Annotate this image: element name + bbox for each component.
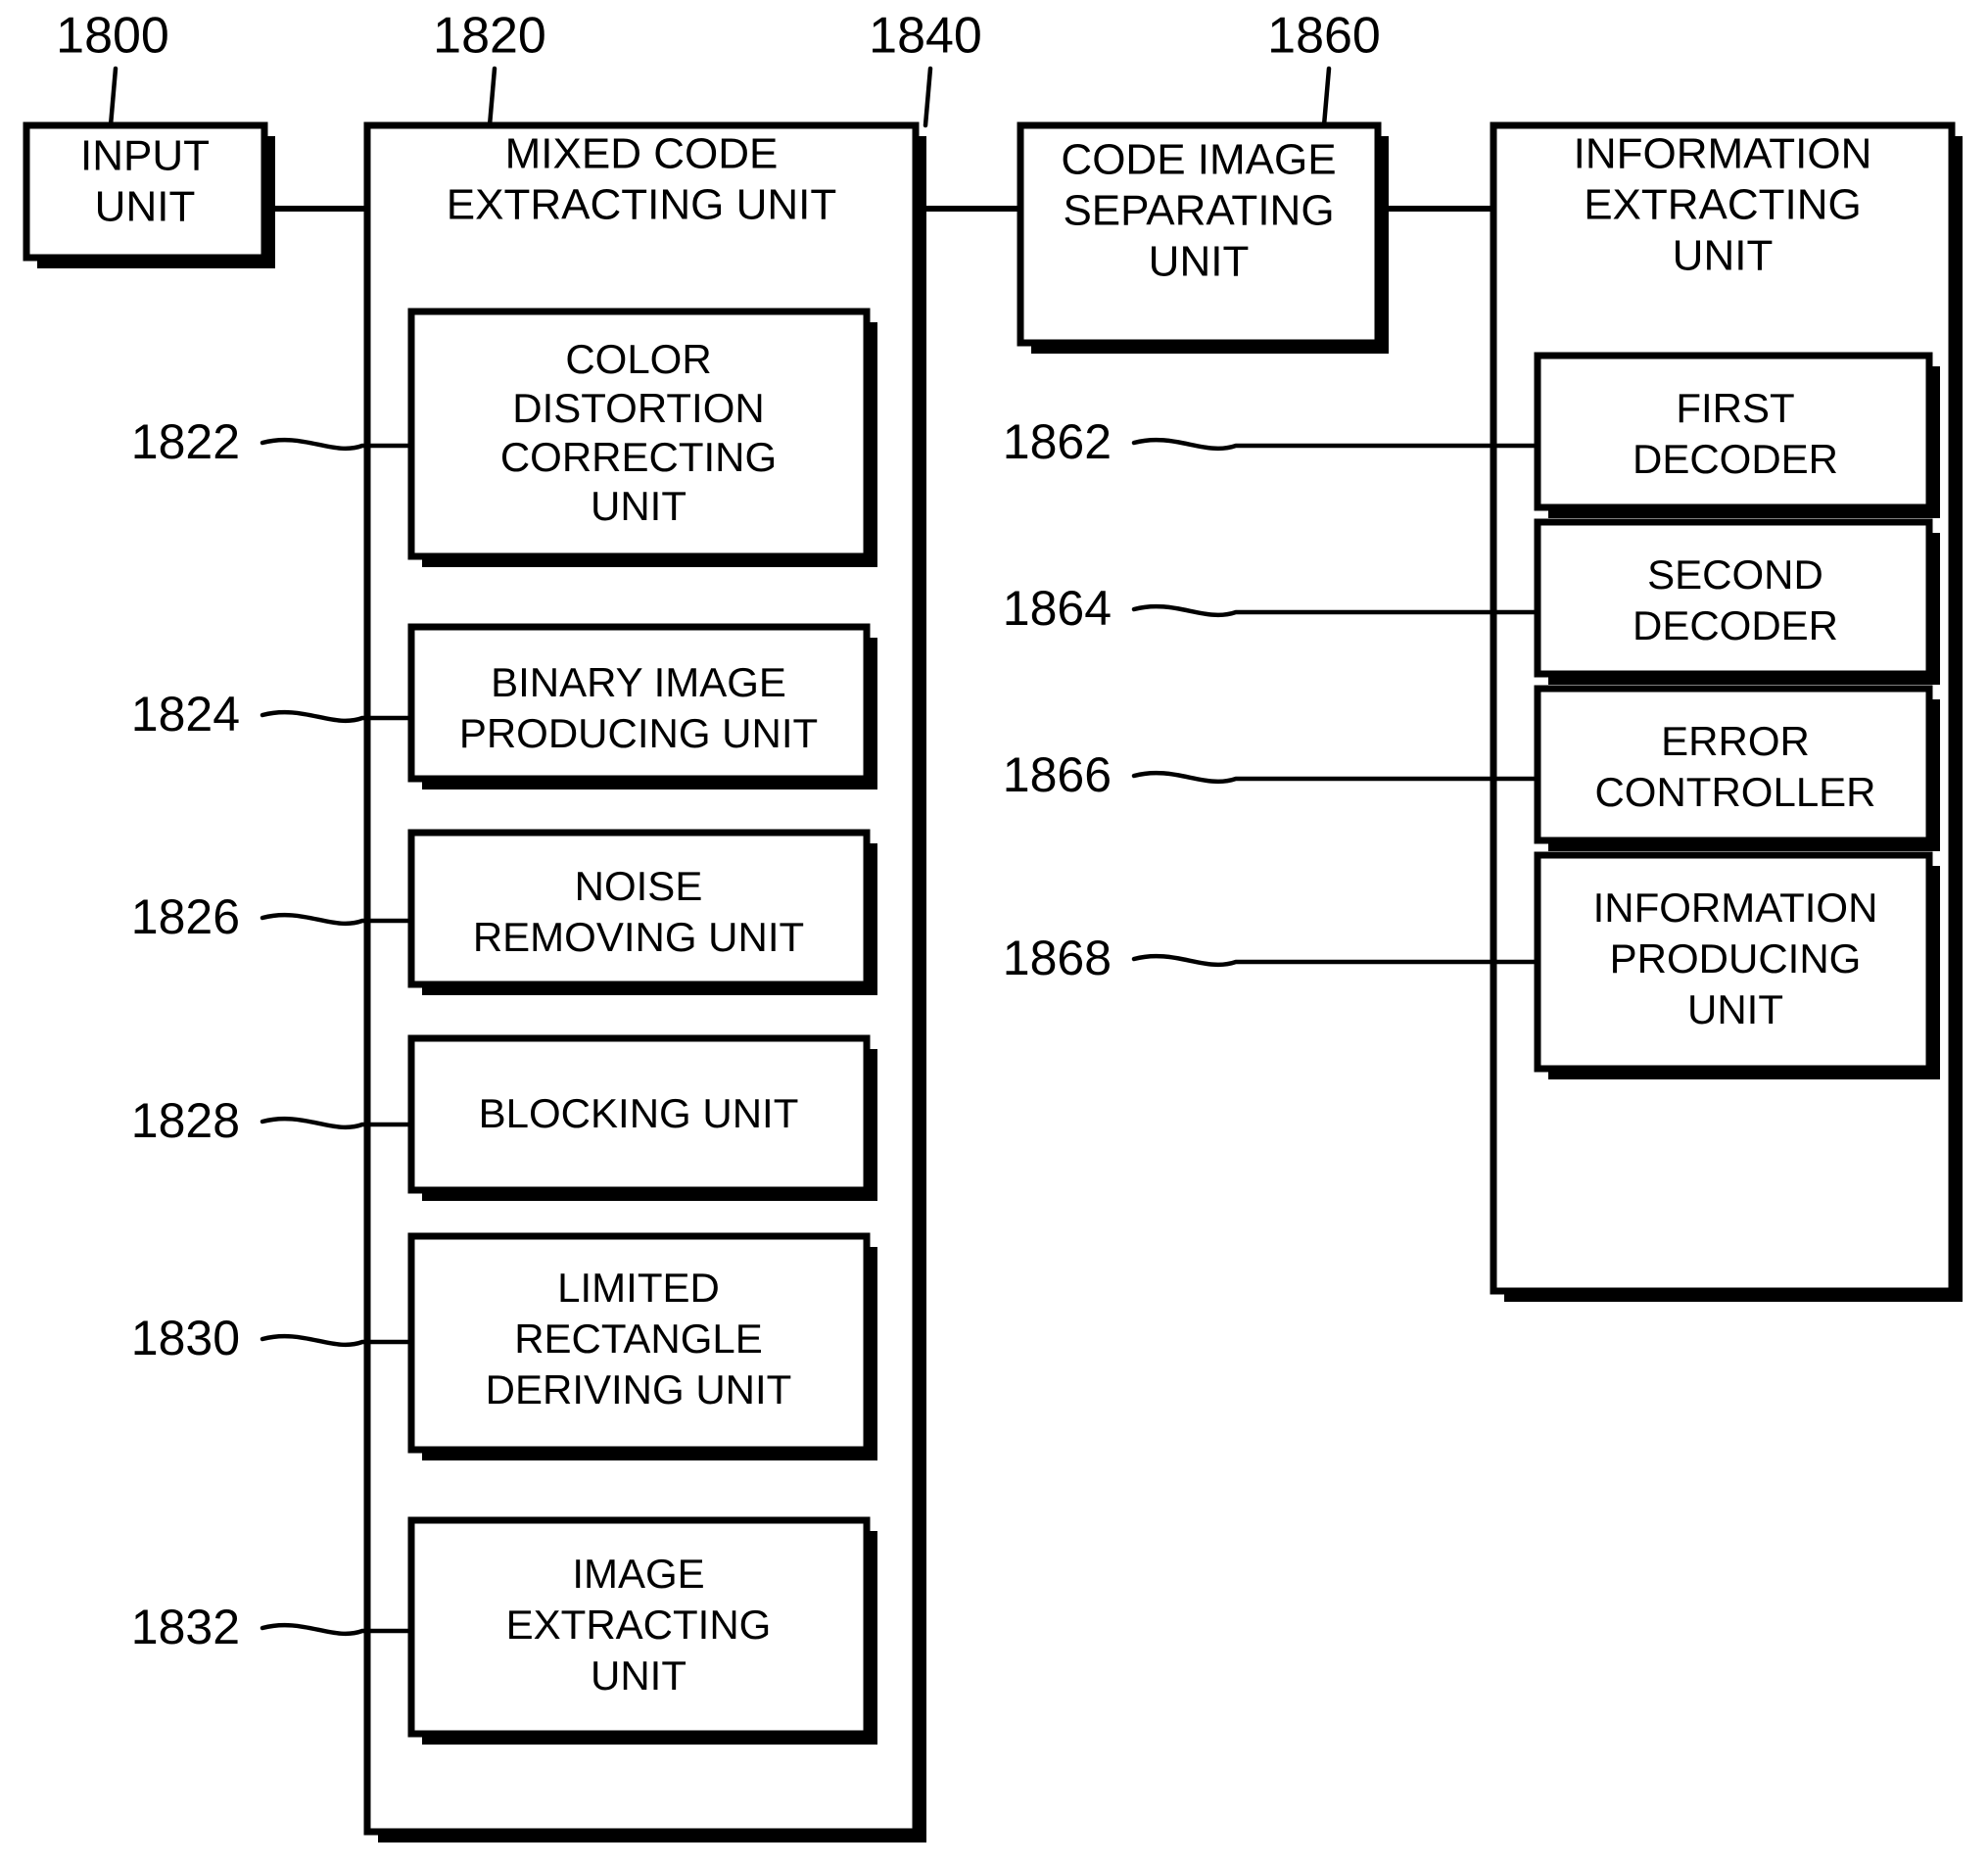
block-binary-image-producing-unit[interactable]: BINARY IMAGE PRODUCING UNIT xyxy=(407,623,877,789)
binary-image-label-line-1: BINARY IMAGE xyxy=(491,659,786,705)
block-color-distortion-correcting-unit[interactable]: COLOR DISTORTION CORRECTING UNIT xyxy=(407,308,877,567)
ref-numeral-1864: 1864 xyxy=(1003,581,1112,636)
second-decoder-label-line-2: DECODER xyxy=(1633,602,1838,648)
block-first-decoder[interactable]: FIRST DECODER xyxy=(1534,352,1940,518)
binary-image-label-line-2: PRODUCING UNIT xyxy=(459,710,818,756)
leader-1800 xyxy=(108,66,118,128)
mixed-code-label-line-1: MIXED CODE xyxy=(505,130,779,178)
leader-1840 xyxy=(923,66,933,128)
information-producing-label-line-3: UNIT xyxy=(1687,986,1783,1032)
error-controller-label-line-2: CONTROLLER xyxy=(1594,769,1875,815)
color-distortion-label-line-3: CORRECTING xyxy=(500,434,777,480)
block-noise-removing-unit[interactable]: NOISE REMOVING UNIT xyxy=(407,829,877,995)
ref-numeral-1868: 1868 xyxy=(1003,931,1112,985)
color-distortion-label-line-1: COLOR xyxy=(565,336,711,382)
input-unit-label-line-2: UNIT xyxy=(95,183,196,231)
ref-numeral-1840: 1840 xyxy=(869,8,982,65)
leader-1864 xyxy=(1131,603,1540,618)
color-distortion-label-line-4: UNIT xyxy=(591,483,686,529)
block-second-decoder[interactable]: SECOND DECODER xyxy=(1534,518,1940,685)
first-decoder-label-line-2: DECODER xyxy=(1633,436,1838,482)
ref-numeral-1824: 1824 xyxy=(131,687,240,742)
block-information-producing-unit[interactable]: INFORMATION PRODUCING UNIT xyxy=(1534,851,1940,1079)
diagram-canvas: 1800 1820 1840 1860 INPUT UNIT MIXED COD… xyxy=(23,8,1963,1842)
ref-numeral-1820: 1820 xyxy=(433,8,546,65)
leader-1820 xyxy=(487,66,497,128)
first-decoder-outline xyxy=(1534,352,1933,511)
information-extracting-label-line-3: UNIT xyxy=(1673,232,1774,280)
ref-numeral-1862: 1862 xyxy=(1003,414,1112,469)
second-decoder-outline xyxy=(1534,518,1933,678)
image-extracting-label-line-1: IMAGE xyxy=(572,1551,704,1597)
ref-numeral-1860: 1860 xyxy=(1267,8,1381,65)
side-leader-lines-right xyxy=(1131,437,1540,968)
block-code-image-separating-unit[interactable]: CODE IMAGE SEPARATING UNIT xyxy=(1017,121,1389,354)
ref-numeral-1866: 1866 xyxy=(1003,747,1112,802)
ref-numeral-1822: 1822 xyxy=(131,414,240,469)
second-decoder-label-line-1: SECOND xyxy=(1647,551,1823,598)
noise-removing-label-line-1: NOISE xyxy=(575,863,703,909)
ref-numeral-1800: 1800 xyxy=(56,8,169,65)
block-error-controller[interactable]: ERROR CONTROLLER xyxy=(1534,685,1940,851)
leader-1866 xyxy=(1131,770,1540,785)
leader-1862 xyxy=(1131,437,1540,452)
error-controller-label-line-1: ERROR xyxy=(1661,718,1810,764)
code-image-separating-label-line-2: SEPARATING xyxy=(1063,187,1334,235)
limited-rectangle-label-line-3: DERIVING UNIT xyxy=(486,1366,792,1412)
limited-rectangle-label-line-2: RECTANGLE xyxy=(514,1316,763,1362)
image-extracting-label-line-2: EXTRACTING xyxy=(506,1602,772,1648)
ref-numeral-1832: 1832 xyxy=(131,1600,240,1654)
ref-numeral-1828: 1828 xyxy=(131,1093,240,1148)
code-image-separating-label-line-3: UNIT xyxy=(1149,238,1250,286)
leader-1868 xyxy=(1131,953,1540,968)
ref-numeral-1830: 1830 xyxy=(131,1311,240,1365)
noise-removing-label-line-2: REMOVING UNIT xyxy=(473,914,804,960)
first-decoder-label-line-1: FIRST xyxy=(1676,385,1794,431)
information-extracting-label-line-1: INFORMATION xyxy=(1574,130,1872,178)
input-unit-label-line-1: INPUT xyxy=(80,132,210,180)
information-producing-label-line-1: INFORMATION xyxy=(1593,885,1878,931)
information-producing-label-line-2: PRODUCING xyxy=(1610,935,1862,981)
block-blocking-unit[interactable]: BLOCKING UNIT xyxy=(407,1034,877,1201)
block-limited-rectangle-deriving-unit[interactable]: LIMITED RECTANGLE DERIVING UNIT xyxy=(407,1232,877,1460)
ref-numeral-1826: 1826 xyxy=(131,889,240,944)
code-image-separating-label-line-1: CODE IMAGE xyxy=(1061,136,1336,184)
top-leader-lines xyxy=(108,66,1332,128)
color-distortion-label-line-2: DISTORTION xyxy=(512,385,764,431)
error-controller-outline xyxy=(1534,685,1933,844)
patent-figure: 1800 1820 1840 1860 INPUT UNIT MIXED COD… xyxy=(0,0,1988,1866)
block-input-unit[interactable]: INPUT UNIT xyxy=(23,121,275,268)
limited-rectangle-label-line-1: LIMITED xyxy=(557,1265,720,1311)
block-image-extracting-unit[interactable]: IMAGE EXTRACTING UNIT xyxy=(407,1516,877,1745)
image-extracting-label-line-3: UNIT xyxy=(591,1652,686,1699)
information-extracting-label-line-2: EXTRACTING xyxy=(1584,181,1862,229)
blocking-unit-label: BLOCKING UNIT xyxy=(479,1090,799,1136)
leader-1860 xyxy=(1321,66,1332,128)
mixed-code-label-line-2: EXTRACTING UNIT xyxy=(447,181,836,229)
